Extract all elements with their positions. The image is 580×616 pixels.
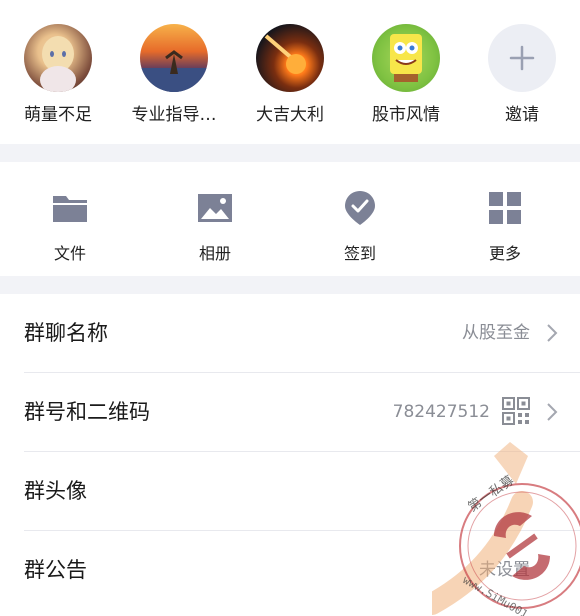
image-icon xyxy=(198,194,232,222)
row-title: 群聊名称 xyxy=(24,321,108,345)
member-item[interactable]: 大吉大利 xyxy=(232,24,348,125)
tool-album-button[interactable]: 相册 xyxy=(160,188,270,264)
invite-label: 邀请 xyxy=(505,105,539,125)
tool-label: 更多 xyxy=(488,244,521,263)
row-value: 未设置 xyxy=(479,560,530,580)
member-name: 专业指导… xyxy=(131,105,217,125)
avatar xyxy=(140,24,208,92)
group-id-row[interactable]: 群号和二维码 782427512 xyxy=(0,373,580,451)
group-tools-panel: 文件 相册 签到 更多 xyxy=(0,162,580,276)
row-value: 从股至金 xyxy=(462,323,530,343)
avatar xyxy=(256,24,324,92)
row-title: 群号和二维码 xyxy=(24,400,150,424)
qr-code-icon[interactable] xyxy=(502,397,530,425)
row-title: 群公告 xyxy=(24,558,87,582)
invite-button[interactable]: 邀请 xyxy=(464,24,580,125)
group-settings-list: 群聊名称 从股至金 群号和二维码 782427512 群头像 群公告 未设置 xyxy=(0,294,580,616)
member-name: 大吉大利 xyxy=(256,105,324,125)
group-avatar-row[interactable]: 群头像 xyxy=(0,452,580,530)
group-id-value: 782427512 xyxy=(392,402,490,422)
avatar xyxy=(372,24,440,92)
tool-label: 文件 xyxy=(53,244,86,263)
chevron-right-icon xyxy=(547,324,558,342)
avatar xyxy=(24,24,92,92)
group-members-panel: 萌量不足 专业指导… 大吉大利 股市风情 邀请 xyxy=(0,0,580,144)
folder-icon xyxy=(53,196,87,222)
location-check-icon xyxy=(345,191,375,225)
row-title: 群头像 xyxy=(24,479,87,503)
tool-checkin-button[interactable]: 签到 xyxy=(305,188,415,264)
chevron-right-icon xyxy=(547,403,558,421)
member-name: 股市风情 xyxy=(372,105,440,125)
member-item[interactable]: 萌量不足 xyxy=(0,24,116,125)
tool-more-button[interactable]: 更多 xyxy=(450,188,560,264)
member-item[interactable]: 专业指导… xyxy=(116,24,232,125)
tool-label: 签到 xyxy=(343,244,376,263)
grid-icon xyxy=(489,192,521,224)
tool-files-button[interactable]: 文件 xyxy=(15,188,125,264)
member-item[interactable]: 股市风情 xyxy=(348,24,464,125)
group-name-row[interactable]: 群聊名称 从股至金 xyxy=(0,294,580,372)
plus-icon xyxy=(488,24,556,92)
tool-label: 相册 xyxy=(198,244,231,263)
group-notice-row[interactable]: 群公告 未设置 xyxy=(0,531,580,609)
member-name: 萌量不足 xyxy=(24,105,92,125)
